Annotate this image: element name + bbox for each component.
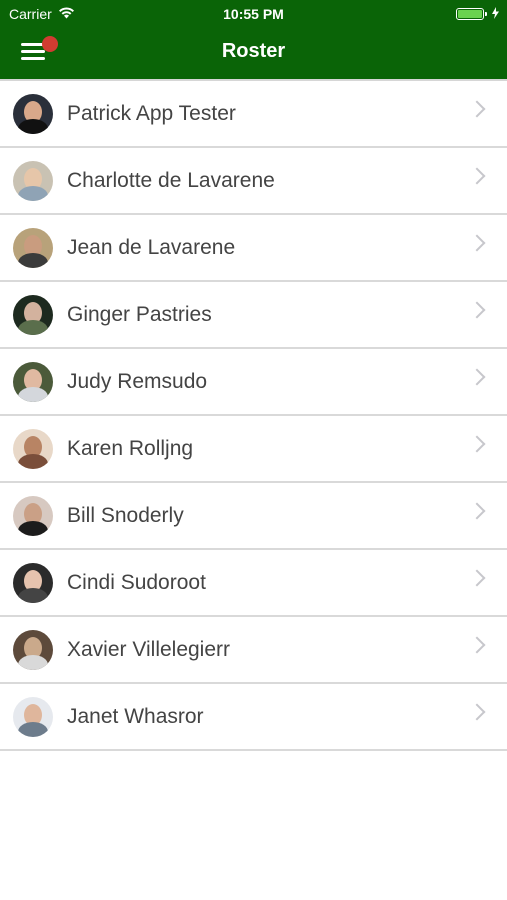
roster-name: Karen Rolljng	[67, 436, 194, 460]
chevron-right-icon	[468, 703, 486, 721]
avatar	[13, 361, 53, 402]
roster-row[interactable]: Karen Rolljng	[0, 416, 507, 483]
chevron-right-icon	[468, 100, 486, 118]
roster-row[interactable]: Charlotte de Lavarene	[0, 148, 507, 215]
roster-name: Cindi Sudoroot	[67, 570, 206, 594]
roster-row[interactable]: Bill Snoderly	[0, 483, 507, 550]
avatar	[13, 93, 53, 134]
top-bar: Carrier 10:55 PM Roster	[0, 0, 507, 79]
roster-name: Ginger Pastries	[67, 302, 212, 326]
roster-row[interactable]: Judy Remsudo	[0, 349, 507, 416]
roster-row[interactable]: Jean de Lavarene	[0, 215, 507, 282]
roster-row[interactable]: Xavier Villelegierr	[0, 617, 507, 684]
chevron-right-icon	[468, 167, 486, 185]
roster-name: Jean de Lavarene	[67, 235, 236, 259]
roster-name: Janet Whasror	[67, 704, 204, 728]
avatar	[13, 160, 53, 201]
chevron-right-icon	[468, 502, 486, 520]
chevron-right-icon	[468, 368, 486, 386]
roster-name: Xavier Villelegierr	[67, 637, 231, 661]
roster-row[interactable]: Patrick App Tester	[0, 81, 507, 148]
chevron-right-icon	[468, 435, 486, 453]
avatar	[13, 294, 53, 335]
page-title: Roster	[221, 40, 286, 62]
roster-list: Patrick App Tester Charlotte de Lavarene…	[0, 79, 507, 751]
roster-name: Bill Snoderly	[67, 503, 184, 527]
chevron-right-icon	[468, 301, 486, 319]
roster-name: Patrick App Tester	[67, 101, 236, 125]
chevron-right-icon	[468, 636, 486, 654]
chevron-right-icon	[468, 234, 486, 252]
roster-name: Judy Remsudo	[67, 369, 208, 393]
avatar	[13, 495, 53, 536]
roster-row[interactable]: Cindi Sudoroot	[0, 550, 507, 617]
roster-name: Charlotte de Lavarene	[67, 168, 275, 192]
avatar	[13, 227, 53, 268]
avatar	[13, 629, 53, 670]
chevron-right-icon	[468, 569, 486, 587]
roster-row[interactable]: Janet Whasror	[0, 684, 507, 751]
avatar	[13, 562, 53, 603]
avatar	[13, 428, 53, 469]
navigation-bar: Roster	[0, 28, 507, 79]
battery-icon	[456, 8, 487, 20]
status-bar: Carrier 10:55 PM	[0, 0, 507, 28]
status-time: 10:55 PM	[223, 6, 284, 22]
avatar	[13, 696, 53, 737]
roster-row[interactable]: Ginger Pastries	[0, 282, 507, 349]
